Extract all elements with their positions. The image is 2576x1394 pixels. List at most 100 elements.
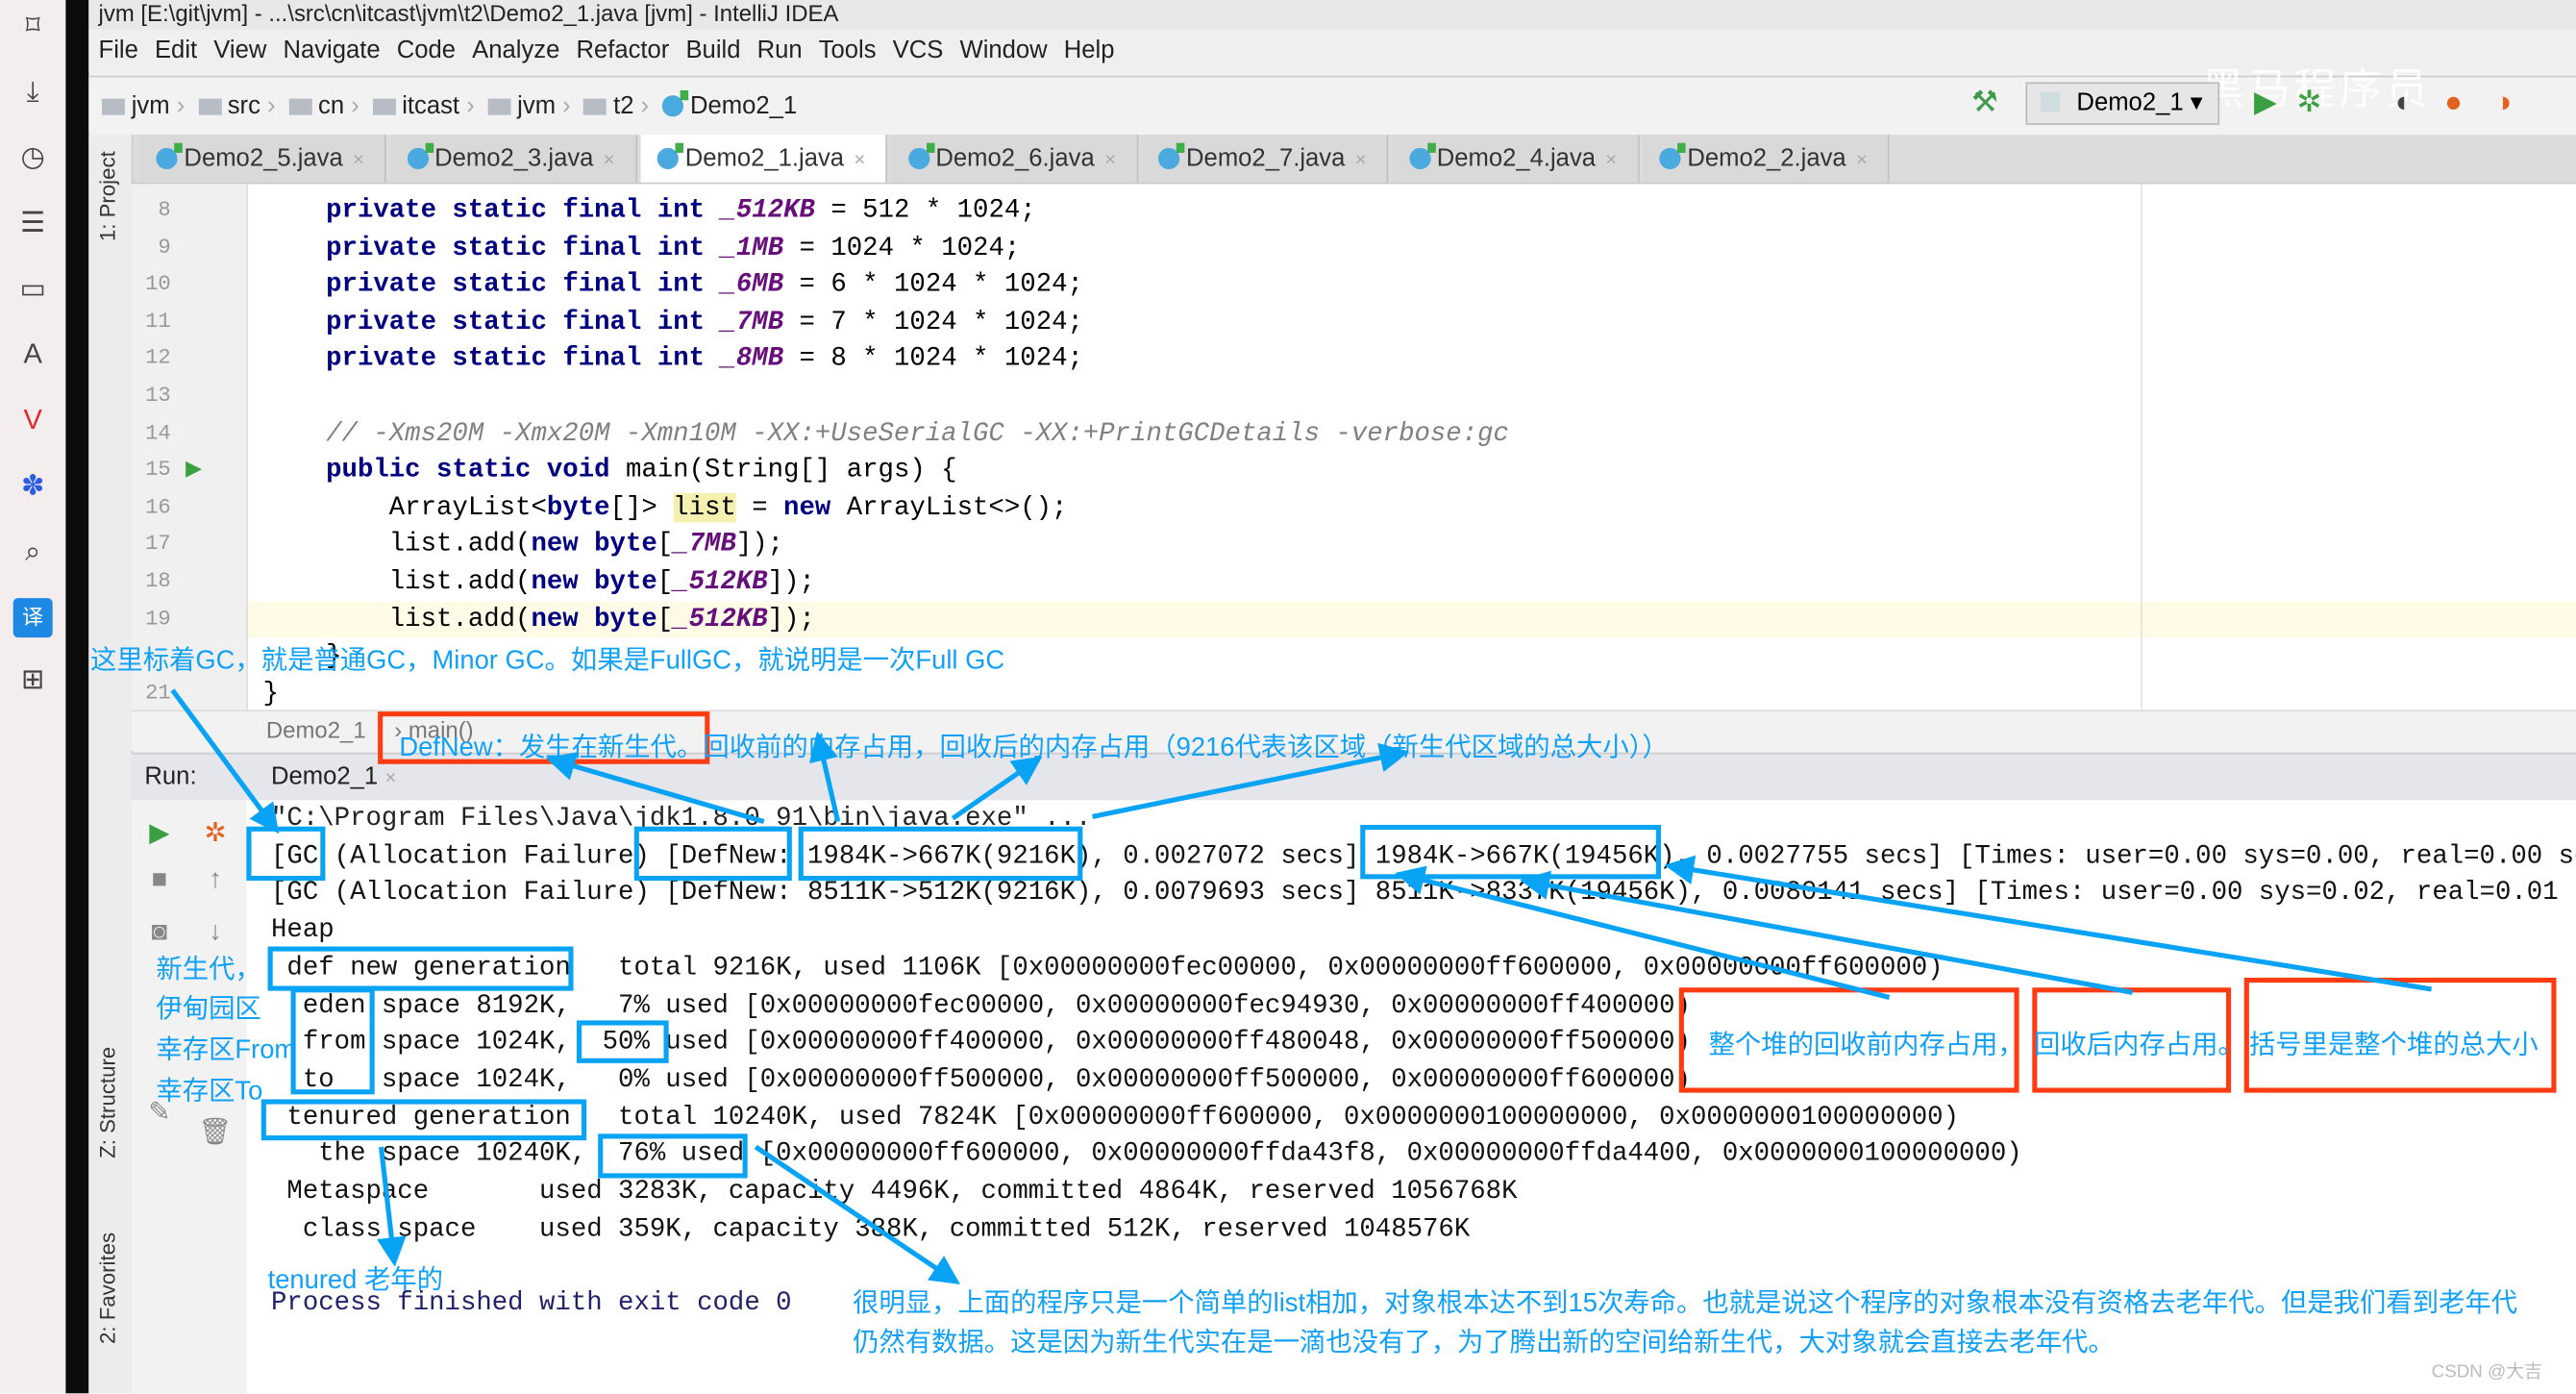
menu-navigate[interactable]: Navigate <box>283 30 380 72</box>
history-icon[interactable]: ◷ <box>13 138 53 178</box>
fanyi-icon[interactable]: 译 <box>12 598 53 638</box>
notes-icon[interactable]: ☰ <box>13 204 53 243</box>
breadcrumb-item[interactable]: cn › <box>288 77 359 137</box>
tenured-usage-box <box>598 1133 748 1179</box>
menu-build[interactable]: Build <box>685 30 740 72</box>
close-icon[interactable]: × <box>854 148 865 171</box>
tab-demo2_6[interactable]: Demo2_6.java × <box>891 135 1138 183</box>
chevron-right-icon: › <box>633 91 650 120</box>
tool-structure[interactable]: Z: Structure <box>95 1047 120 1158</box>
close-icon[interactable]: × <box>1355 148 1367 171</box>
breadcrumb-label: jvm <box>131 91 170 120</box>
tab-demo2_5[interactable]: Demo2_5.java × <box>139 135 386 183</box>
conclusion-line-1: 很明显，上面的程序只是一个简单的list相加，对象根本达不到15次寿命。也就是说… <box>853 1289 2518 1318</box>
window-icon[interactable]: ▭ <box>13 269 53 309</box>
line-number: 11 <box>145 308 171 334</box>
tool-favorites[interactable]: 2: Favorites <box>95 1232 120 1344</box>
baidu-paw-icon[interactable]: ✽ <box>13 466 53 506</box>
menu-view[interactable]: View <box>213 30 266 72</box>
menu-vcs[interactable]: VCS <box>893 30 944 72</box>
close-icon[interactable]: × <box>1104 148 1116 171</box>
chevron-right-icon: › <box>556 91 571 120</box>
menu-window[interactable]: Window <box>959 30 1047 72</box>
tab-label: Demo2_5.java <box>184 144 343 173</box>
folder-icon <box>288 98 312 115</box>
close-icon[interactable]: × <box>1605 148 1617 171</box>
config-icon <box>2040 91 2061 112</box>
close-icon[interactable]: × <box>353 148 364 171</box>
console-line: Metaspace used 3283K, capacity 4496K, co… <box>271 1176 1518 1207</box>
close-icon[interactable]: × <box>384 765 396 788</box>
translate-icon[interactable]: A <box>13 336 53 375</box>
tab-label: Demo2_7.java <box>1186 144 1346 173</box>
menu-run[interactable]: Run <box>757 30 803 72</box>
tab-demo2_2[interactable]: Demo2_2.java × <box>1643 135 1890 183</box>
tab-demo2_3[interactable]: Demo2_3.java × <box>389 135 637 183</box>
folder-icon <box>487 98 511 115</box>
rerun-icon[interactable]: ▶ <box>141 816 178 849</box>
camera-icon[interactable]: ◙ <box>141 918 178 948</box>
download-icon[interactable]: ⤓ <box>13 72 53 112</box>
run-icon[interactable]: ▶ <box>2254 86 2277 120</box>
breadcrumb-label: itcast <box>402 91 460 120</box>
heap-total-annotation: 括号里是整个堆的总大小 <box>2248 1032 2539 1060</box>
tab-label: Demo2_3.java <box>434 144 594 173</box>
bookmark-icon[interactable]: ⌑ <box>13 7 53 46</box>
menu-edit[interactable]: Edit <box>155 30 197 72</box>
trash-icon[interactable]: 🗑 <box>197 1116 234 1149</box>
build-hammer-icon[interactable]: ⚒ <box>1971 86 1998 120</box>
up-arrow-icon[interactable]: ↑ <box>197 866 234 896</box>
breadcrumb-item[interactable]: itcast › <box>372 77 475 137</box>
breadcrumb-label: t2 <box>613 91 634 120</box>
csdn-watermark: CSDN @大吉 <box>2431 1361 2542 1382</box>
tab-demo2_4[interactable]: Demo2_4.java × <box>1392 135 1639 183</box>
java-class-icon <box>1157 142 1185 170</box>
breadcrumb-item[interactable]: t2 › <box>583 77 649 137</box>
run-tab-label: Demo2_1 <box>271 762 379 791</box>
close-icon[interactable]: × <box>1856 148 1868 171</box>
stop-icon[interactable]: ◑ <box>2494 86 2513 120</box>
young-usage-highlight-box <box>798 826 1083 882</box>
profile-icon[interactable]: ● <box>2444 86 2463 120</box>
code-line: public static void main(String[] args) { <box>326 455 957 485</box>
tab-demo2_1[interactable]: Demo2_1.java × <box>640 135 887 183</box>
coverage-icon[interactable]: ◐ <box>2395 86 2414 120</box>
vivaldi-icon[interactable]: V <box>13 401 53 440</box>
menu-refactor[interactable]: Refactor <box>576 30 669 72</box>
close-icon[interactable]: × <box>604 148 615 171</box>
menu-analyze[interactable]: Analyze <box>472 30 559 72</box>
crumb-class[interactable]: Demo2_1 <box>266 716 366 742</box>
run-tab[interactable]: Demo2_1 × <box>271 762 396 790</box>
debug-icon[interactable]: ✲ <box>2296 86 2321 120</box>
menu-file[interactable]: File <box>99 30 138 72</box>
tab-demo2_7[interactable]: Demo2_7.java × <box>1141 135 1389 183</box>
debug-rerun-icon[interactable]: ✲ <box>197 816 234 849</box>
from-usage-box <box>576 1020 669 1063</box>
browser-sidebar: ⌑ ⤓ ◷ ☰ ▭ A V ✽ ⌕ 译 ⊞ <box>0 0 66 1394</box>
run-gutter-icon[interactable]: ▶ <box>186 455 202 481</box>
breadcrumb-item[interactable]: jvm › <box>487 77 571 137</box>
console-line: to space 1024K, 0% used [0x00000000ff500… <box>271 1064 1692 1095</box>
stop-icon[interactable]: ■ <box>141 866 178 896</box>
breadcrumb-item[interactable]: jvm › <box>101 77 185 137</box>
tab-label: Demo2_6.java <box>935 144 1095 173</box>
folder-icon <box>583 98 607 115</box>
menu-help[interactable]: Help <box>1064 30 1115 72</box>
menu-tools[interactable]: Tools <box>819 30 877 72</box>
breadcrumb-label: jvm <box>517 91 557 120</box>
down-arrow-icon[interactable]: ↓ <box>197 918 234 948</box>
gc-highlight-box <box>246 826 326 882</box>
run-label: Run: <box>144 762 197 791</box>
run-config-select[interactable]: Demo2_1 ▾ <box>2025 82 2220 125</box>
conclusion-line-2: 仍然有数据。这是因为新生代实在是一滴也没有了，为了腾出新的空间给新生代，大对象就… <box>853 1329 2115 1357</box>
line-number: 8 <box>158 197 171 222</box>
breadcrumb-item[interactable]: src › <box>197 77 276 137</box>
breadcrumb-item[interactable]: Demo2_1 <box>661 77 797 137</box>
java-class-icon <box>656 142 684 170</box>
console-line: [GC (Allocation Failure) [DefNew: 8511K-… <box>271 878 2576 909</box>
menu-code[interactable]: Code <box>397 30 456 72</box>
add-icon[interactable]: ⊞ <box>13 660 53 700</box>
line-number: 12 <box>145 345 171 371</box>
search-icon[interactable]: ⌕ <box>13 533 53 572</box>
tool-project[interactable]: 1: Project <box>95 151 120 241</box>
